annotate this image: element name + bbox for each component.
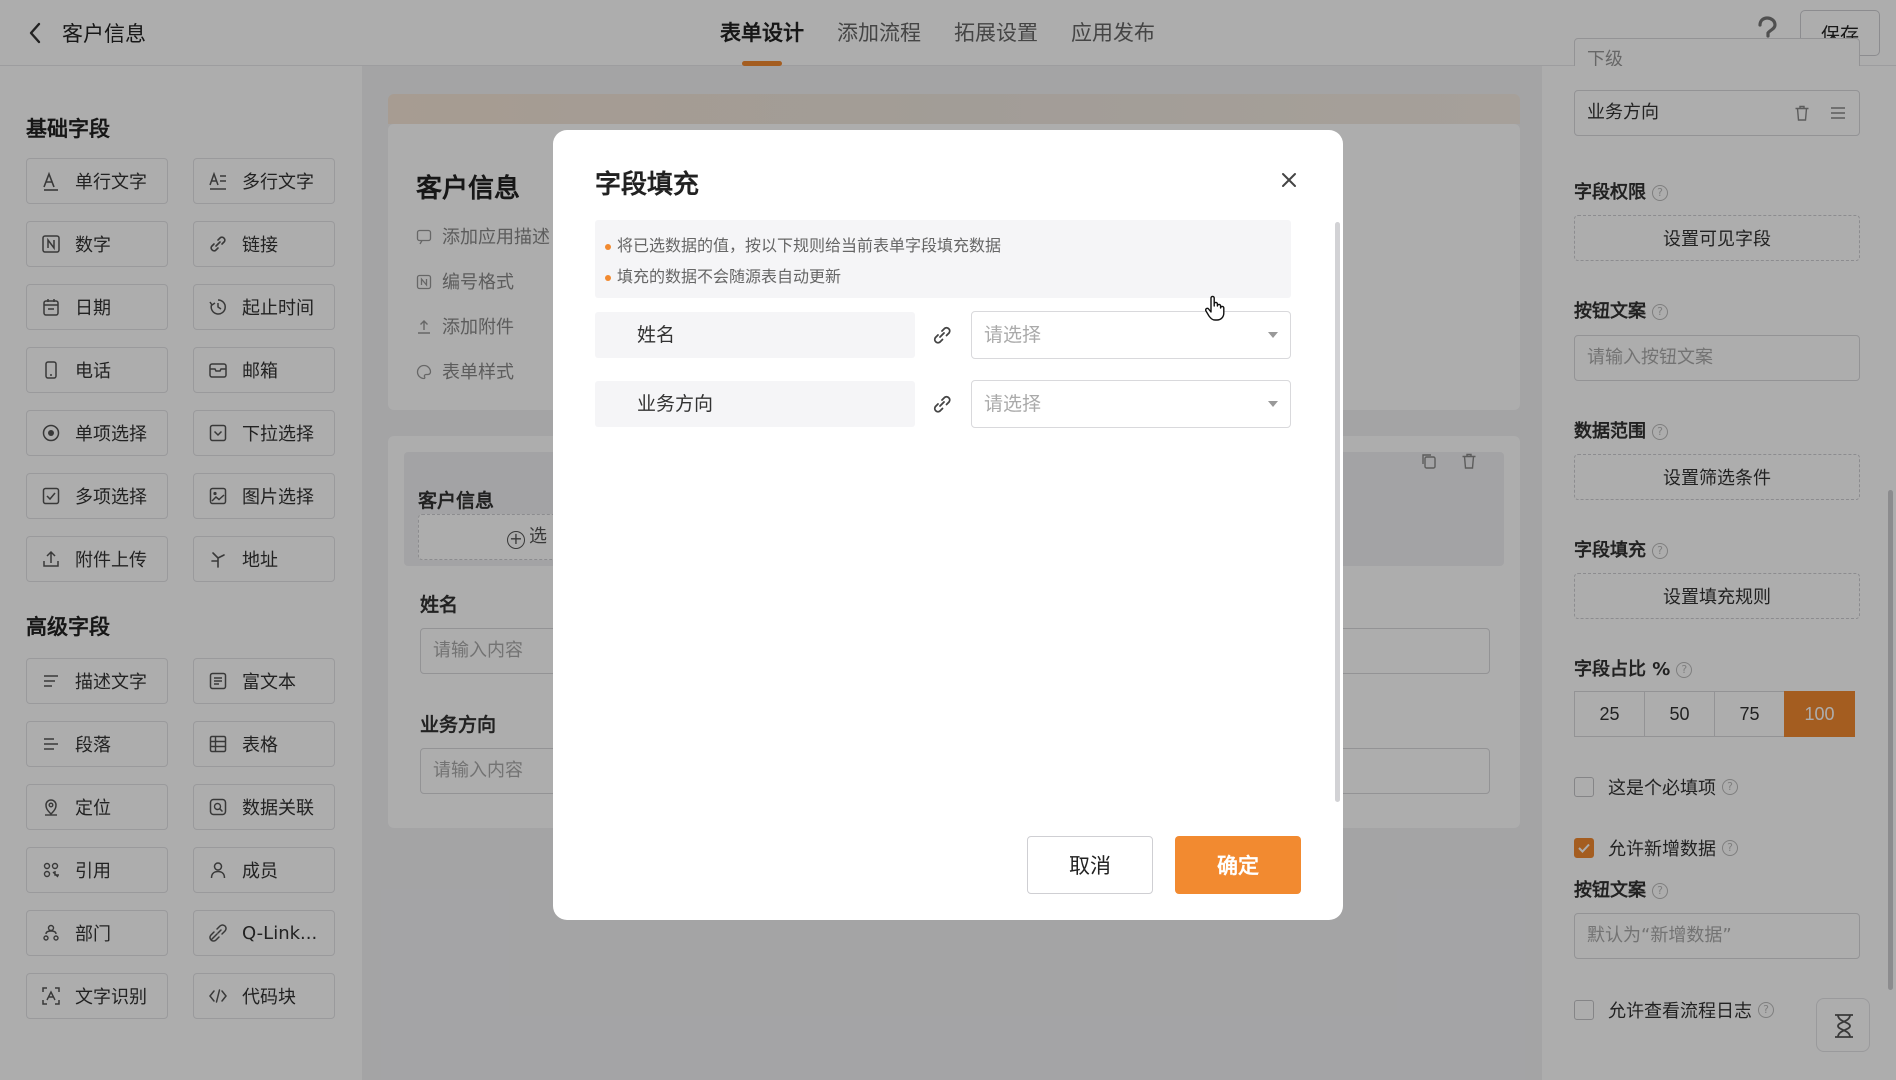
close-icon[interactable] (1275, 166, 1303, 194)
hand-cursor-icon (1204, 294, 1226, 322)
source-field-select-name[interactable]: 请选择 (971, 311, 1291, 359)
source-field-select-business[interactable]: 请选择 (971, 380, 1291, 428)
cancel-button[interactable]: 取消 (1027, 836, 1153, 894)
notice-item: 将已选数据的值，按以下规则给当前表单字段填充数据 (605, 230, 1291, 261)
bullet-dot (605, 243, 611, 250)
caret-down-icon (1268, 332, 1278, 338)
target-field-business: 业务方向 (595, 381, 915, 427)
bullet-dot (605, 274, 611, 281)
dialog-scrollbar[interactable] (1335, 222, 1340, 802)
field-fill-dialog: 字段填充 将已选数据的值，按以下规则给当前表单字段填充数据 填充的数据不会随源表… (553, 130, 1343, 920)
target-field-name: 姓名 (595, 312, 915, 358)
confirm-button[interactable]: 确定 (1175, 836, 1301, 894)
link-icon (931, 324, 953, 346)
dialog-notice: 将已选数据的值，按以下规则给当前表单字段填充数据 填充的数据不会随源表自动更新 (595, 220, 1291, 298)
link-icon (931, 393, 953, 415)
dialog-title: 字段填充 (595, 170, 700, 200)
notice-item: 填充的数据不会随源表自动更新 (605, 261, 1291, 292)
caret-down-icon (1268, 401, 1278, 407)
